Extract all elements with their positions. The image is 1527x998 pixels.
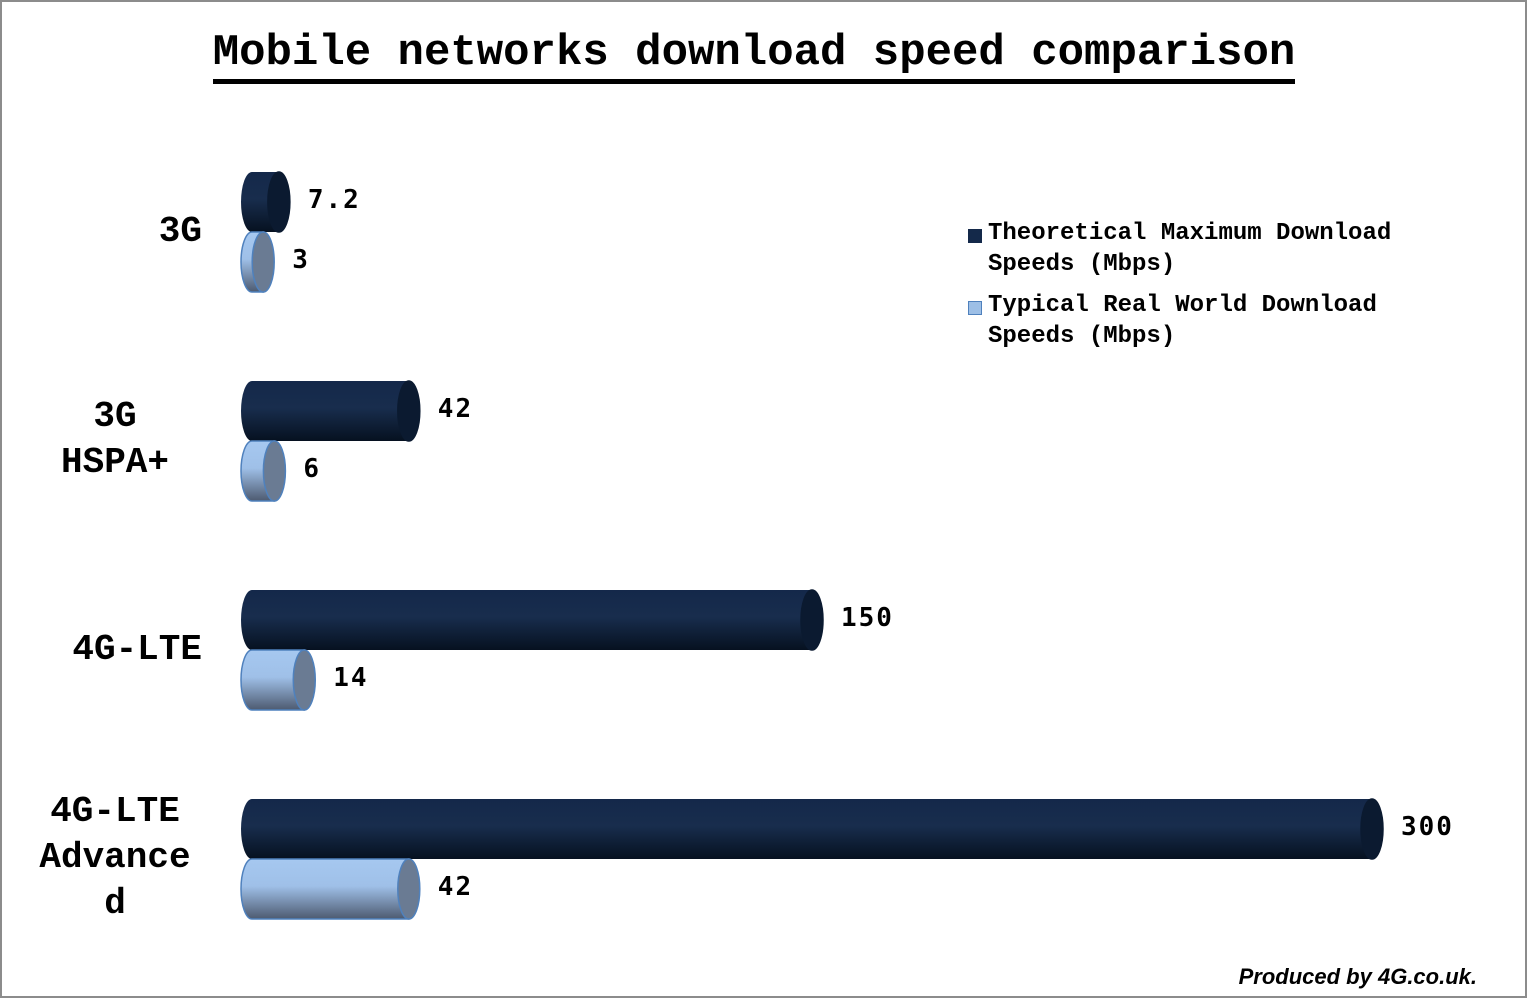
data-label-theoretical: 7.2 xyxy=(307,185,361,215)
bar-body xyxy=(241,799,1372,859)
bar-end-cap xyxy=(267,171,291,233)
category-label: 4G-LTE Advance d xyxy=(39,791,191,924)
bar-plot-area xyxy=(240,171,1384,920)
legend-item-theoretical: Theoretical Maximum Download Speeds (Mbp… xyxy=(966,218,1466,280)
bar-body xyxy=(241,590,812,650)
bar-theoretical xyxy=(241,798,1384,860)
bar-theoretical xyxy=(241,380,421,442)
legend-label-typical: Typical Real World Download Speeds (Mbps… xyxy=(988,292,1377,350)
bar-end-cap xyxy=(1360,798,1384,860)
data-label-theoretical: 150 xyxy=(841,603,894,633)
legend-swatch-theoretical xyxy=(968,229,982,243)
bar-body xyxy=(241,381,409,441)
bar-body xyxy=(240,858,410,920)
data-label-theoretical: 300 xyxy=(1401,812,1454,842)
bar-theoretical xyxy=(241,589,824,651)
bar-typical xyxy=(240,440,287,502)
bar-end-cap xyxy=(800,589,824,651)
data-label-theoretical: 42 xyxy=(437,394,474,424)
category-label: 4G-LTE xyxy=(72,629,202,670)
bar-end-cap xyxy=(397,858,421,920)
bar-end-cap xyxy=(262,440,287,502)
data-label-typical: 42 xyxy=(437,872,474,902)
bar-typical xyxy=(240,231,275,293)
legend-swatch-typical xyxy=(968,301,982,315)
credit-text: Produced by 4G.co.uk. xyxy=(1238,964,1477,989)
bar-end-cap xyxy=(397,380,421,442)
bar-end-cap xyxy=(292,649,317,711)
bar-typical xyxy=(240,858,421,920)
legend: Theoretical Maximum Download Speeds (Mbp… xyxy=(966,218,1466,362)
legend-item-typical: Typical Real World Download Speeds (Mbps… xyxy=(966,290,1466,352)
legend-label-theoretical: Theoretical Maximum Download Speeds (Mbp… xyxy=(988,220,1392,278)
data-label-typical: 6 xyxy=(303,454,322,484)
data-label-typical: 14 xyxy=(333,663,369,693)
data-label-typical: 3 xyxy=(292,245,310,275)
bar-end-cap xyxy=(251,231,275,293)
category-label: 3G HSPA+ xyxy=(60,396,170,483)
bar-typical xyxy=(240,649,317,711)
bar-theoretical xyxy=(241,171,291,233)
category-label: 3G xyxy=(158,211,202,252)
